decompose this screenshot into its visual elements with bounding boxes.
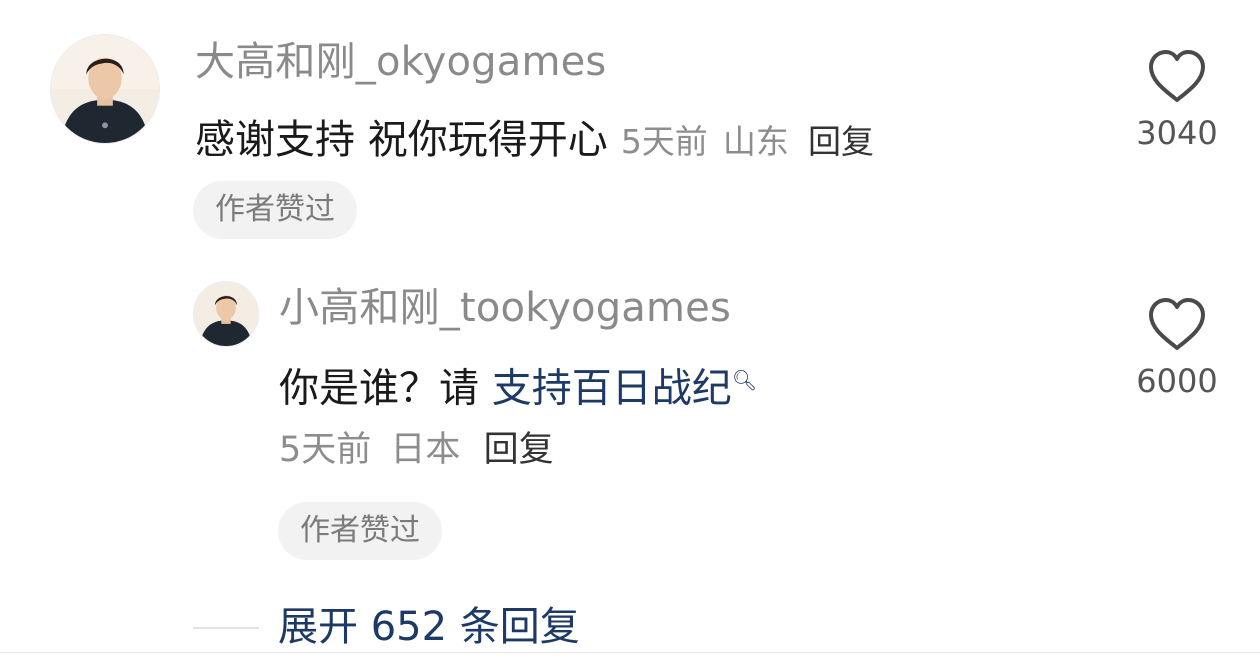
- comment-location: 山东: [722, 122, 789, 161]
- divider: [193, 627, 259, 629]
- comment-time: 5天前: [620, 122, 708, 161]
- reply-like-count: 6000: [1136, 362, 1218, 400]
- comment-body: 感谢支持 祝你玩得开心 5天前 山东 回复: [195, 115, 874, 173]
- expand-replies-button[interactable]: 展开 652 条回复: [278, 600, 580, 654]
- comment-text: 感谢支持 祝你玩得开心: [195, 117, 608, 163]
- author-liked-badge: 作者赞过: [278, 502, 442, 560]
- reply-time: 5天前: [279, 430, 372, 470]
- comment-like: 3040: [1117, 48, 1237, 152]
- comment-like-count: 3040: [1136, 114, 1218, 152]
- divider: [0, 652, 1260, 653]
- reply-body: 你是谁？请 支持百日战纪🔍︎: [279, 355, 757, 413]
- topic-link[interactable]: 支持百日战纪: [492, 365, 732, 411]
- comment-username[interactable]: 大高和刚_okyogames: [195, 38, 606, 86]
- reply-reply-button[interactable]: 回复: [484, 430, 554, 470]
- heart-outline-icon[interactable]: [1146, 48, 1208, 106]
- reply-text: 你是谁？请: [279, 365, 492, 412]
- user-avatar-icon: [194, 282, 258, 346]
- reply-like: 6000: [1117, 296, 1237, 400]
- user-avatar-icon: [51, 35, 159, 143]
- reply-location: 日本: [390, 430, 461, 470]
- reply-avatar[interactable]: [193, 281, 259, 347]
- avatar[interactable]: [50, 34, 160, 144]
- search-icon[interactable]: 🔍︎: [732, 368, 757, 392]
- heart-outline-icon[interactable]: [1146, 296, 1208, 354]
- comment-reply-button[interactable]: 回复: [808, 122, 874, 161]
- reply-username[interactable]: 小高和刚_tookyogames: [279, 284, 731, 332]
- author-liked-badge: 作者赞过: [193, 181, 357, 239]
- reply-meta: 5天前 日本 回复: [279, 427, 554, 473]
